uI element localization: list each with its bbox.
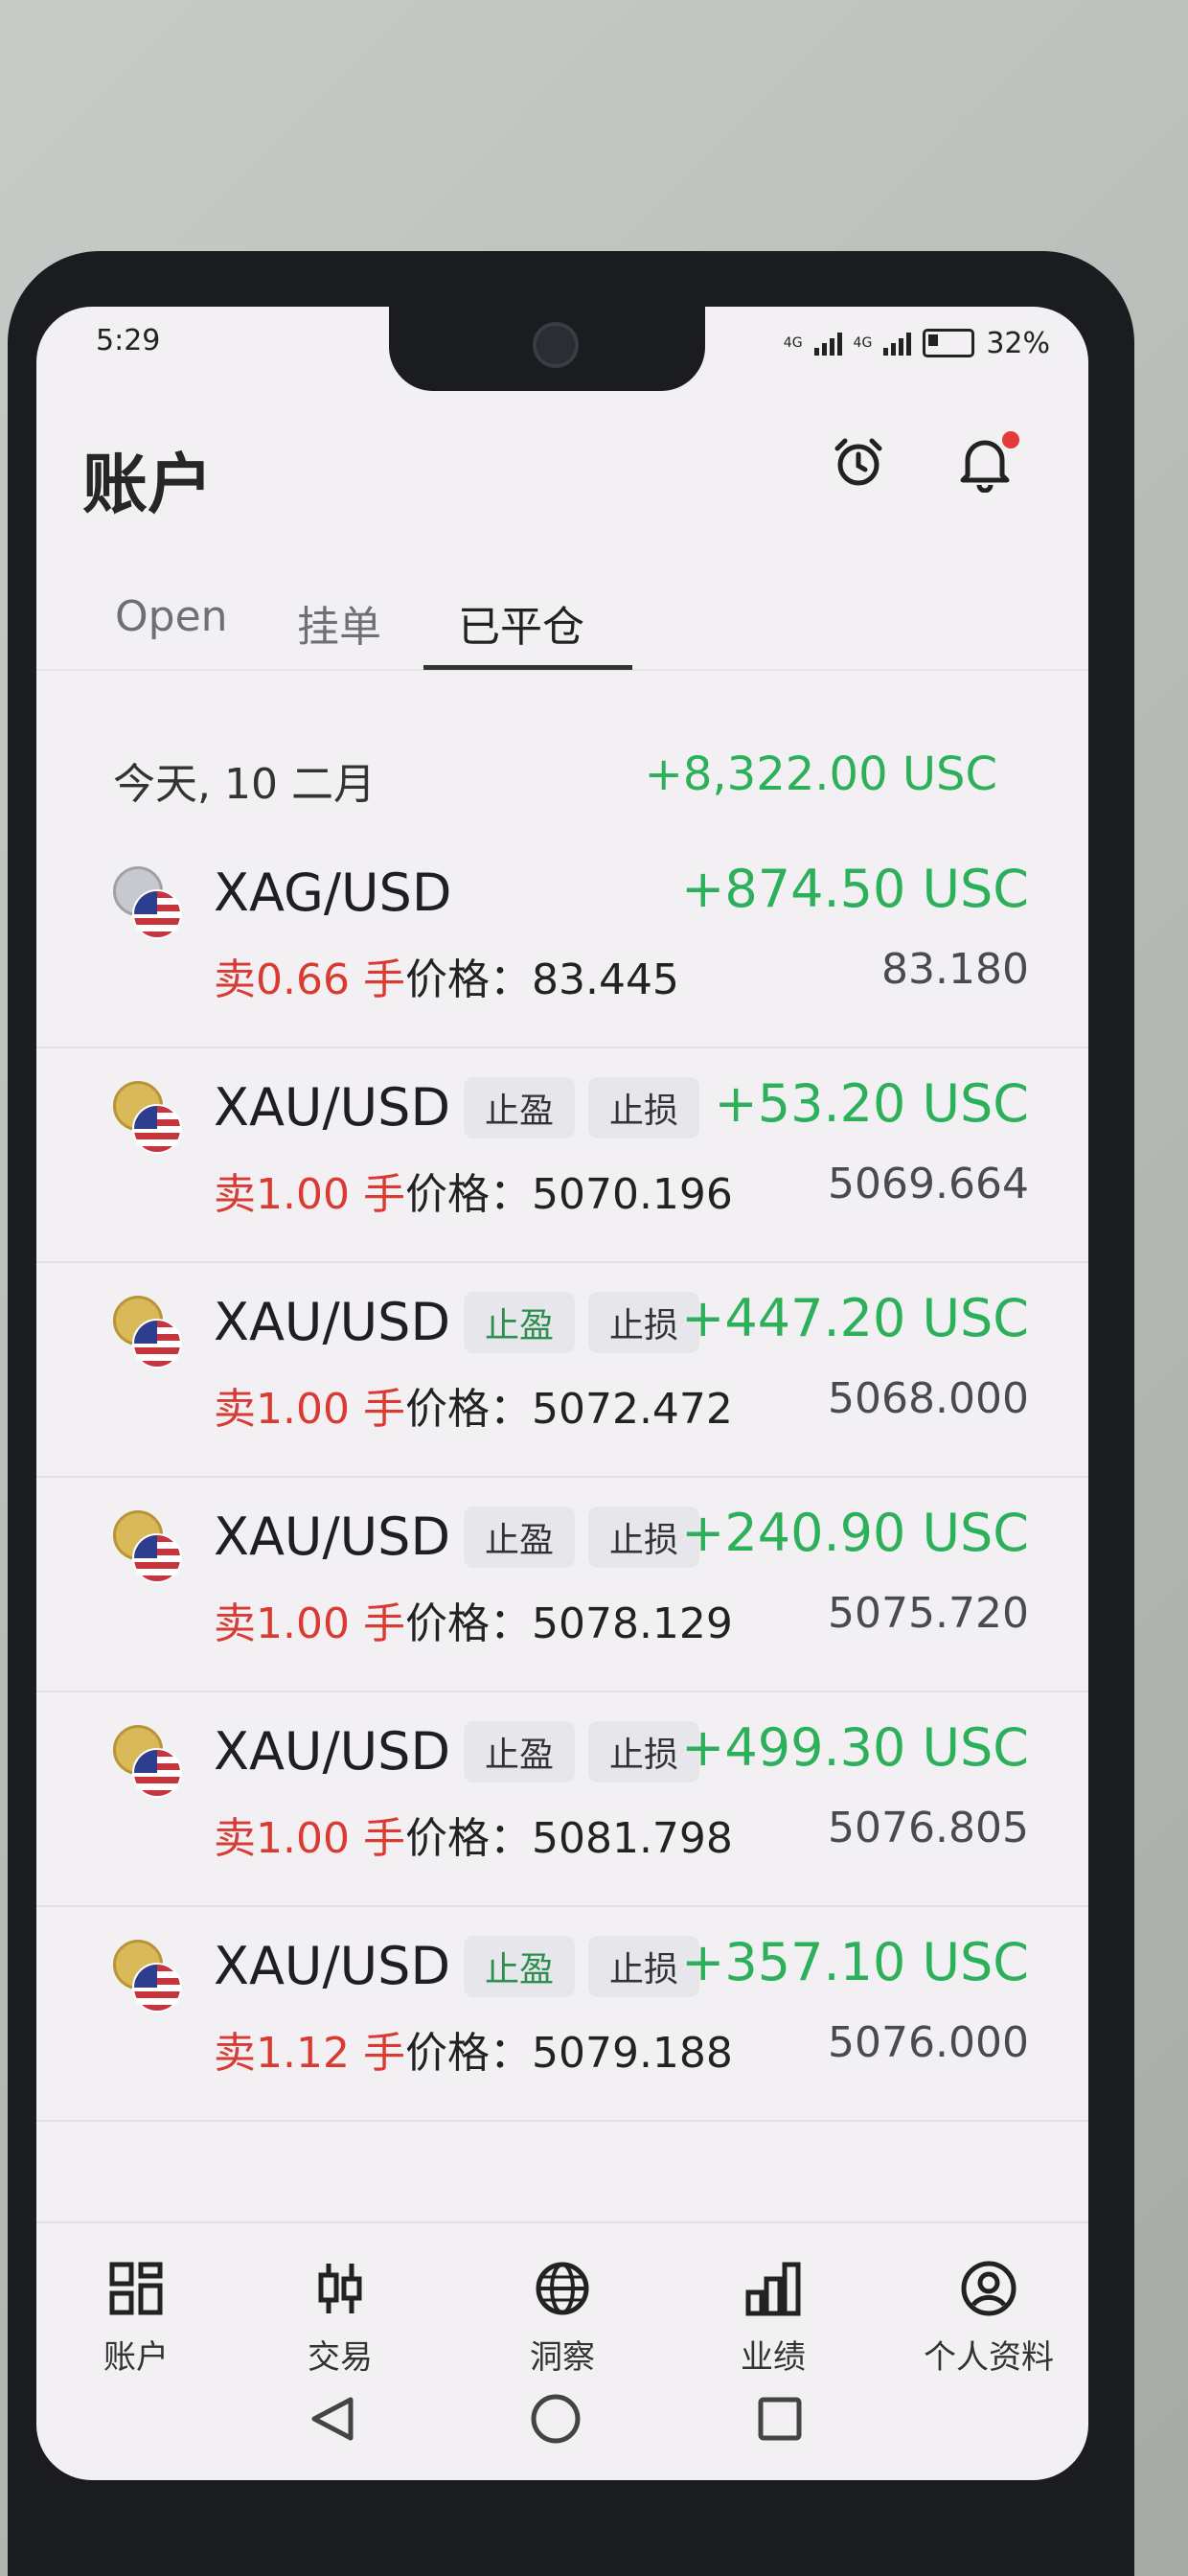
trade-details: 卖1.00 手价格：5072.472 (214, 1374, 733, 1436)
take-profit-tag: 止盈 (464, 1936, 575, 1997)
trade-symbol: XAU/USD (214, 1292, 451, 1352)
price-label: 价格： (404, 955, 532, 1004)
trade-side: 卖1.00 手 (214, 1599, 405, 1648)
trade-row[interactable]: XAU/USD 止盈 止损 +357.10 USC 卖1.12 手价格：5079… (36, 1905, 1088, 2122)
tab-active-indicator (423, 665, 632, 670)
close-price: 5069.664 (828, 1160, 1029, 1208)
trade-row[interactable]: XAU/USD 止盈 止损 +53.20 USC 卖1.00 手价格：5070.… (36, 1046, 1088, 1263)
trade-profit: +447.20 USC (681, 1288, 1029, 1348)
gold-usd-icon (113, 1940, 182, 2012)
close-price: 5076.805 (828, 1804, 1029, 1852)
open-price: 5078.129 (531, 1599, 733, 1648)
bell-icon[interactable] (947, 424, 1023, 500)
trade-side: 卖1.00 手 (214, 1814, 405, 1863)
price-label: 价格： (404, 1170, 532, 1219)
trade-symbol: XAU/USD (214, 1506, 451, 1567)
close-price: 83.180 (881, 945, 1029, 994)
back-icon[interactable] (311, 2397, 354, 2441)
take-profit-tag: 止盈 (464, 1077, 575, 1138)
day-total-profit: +8,322.00 USC (644, 748, 997, 801)
bar-chart-icon (687, 2252, 859, 2325)
open-price: 83.445 (531, 955, 679, 1004)
open-price: 5079.188 (531, 2029, 733, 2078)
trade-symbol: XAU/USD (214, 1721, 451, 1782)
nav-insights[interactable]: 洞察 (476, 2252, 649, 2378)
gold-usd-icon (113, 1296, 182, 1368)
trade-row[interactable]: XAU/USD 止盈 止损 +447.20 USC 卖1.00 手价格：5072… (36, 1261, 1088, 1478)
trade-details: 卖1.00 手价格：5070.196 (214, 1160, 733, 1221)
front-camera (533, 322, 579, 368)
trade-row[interactable]: XAG/USD +874.50 USC 卖0.66 手价格：83.445 83.… (36, 832, 1088, 1048)
trade-profit: +53.20 USC (714, 1073, 1029, 1134)
take-profit-tag: 止盈 (464, 1721, 575, 1782)
trade-symbol: XAG/USD (214, 862, 452, 923)
grid-icon (50, 2252, 222, 2325)
silver-usd-icon (113, 866, 182, 939)
tab-open[interactable]: Open (115, 592, 228, 641)
trade-details: 卖0.66 手价格：83.445 (214, 945, 679, 1006)
page-title: 账户 (82, 448, 214, 523)
signal-icon (813, 331, 842, 356)
system-nav-bar (36, 2365, 1088, 2471)
gold-usd-icon (113, 1510, 182, 1583)
trade-profit: +874.50 USC (681, 859, 1029, 919)
app-screen: 5:29 4G 4G 32% 账户 Open 挂单 已平仓 今天, 10 二月 … (36, 307, 1088, 2480)
price-label: 价格： (404, 1599, 532, 1648)
trade-side: 卖1.00 手 (214, 1385, 405, 1434)
alarm-clock-icon[interactable] (820, 424, 897, 500)
tab-closed[interactable]: 已平仓 (458, 592, 584, 654)
trade-symbol: XAU/USD (214, 1077, 451, 1138)
nav-profile[interactable]: 个人资料 (902, 2252, 1075, 2378)
network-label-1: 4G (783, 335, 803, 351)
status-icons: 4G 4G 32% (784, 324, 1050, 362)
tab-bar: Open 挂单 已平仓 (36, 573, 1088, 671)
globe-icon (476, 2252, 649, 2325)
battery-percent: 32% (986, 326, 1050, 360)
stop-loss-tag: 止损 (588, 1077, 699, 1138)
day-label: 今天, 10 二月 (113, 760, 376, 809)
trade-side: 卖0.66 手 (214, 955, 405, 1004)
nav-performance[interactable]: 业绩 (687, 2252, 859, 2378)
trade-row[interactable]: XAU/USD 止盈 止损 +240.90 USC 卖1.00 手价格：5078… (36, 1476, 1088, 1692)
open-price: 5072.472 (531, 1385, 733, 1434)
take-profit-tag: 止盈 (464, 1292, 575, 1353)
price-label: 价格： (404, 1814, 532, 1863)
trade-symbol: XAU/USD (214, 1936, 451, 1996)
trade-side: 卖1.00 手 (214, 1170, 405, 1219)
recents-icon[interactable] (758, 2397, 802, 2441)
nav-account[interactable]: 账户 (50, 2252, 222, 2378)
nav-trade[interactable]: 交易 (254, 2252, 426, 2378)
candlestick-icon (254, 2252, 426, 2325)
close-price: 5075.720 (828, 1589, 1029, 1638)
tab-pending[interactable]: 挂单 (297, 592, 381, 654)
home-icon[interactable] (531, 2394, 581, 2444)
notification-dot (1002, 431, 1019, 448)
trade-profit: +357.10 USC (681, 1932, 1029, 1992)
camera-notch (389, 307, 705, 391)
trade-details: 卖1.12 手价格：5079.188 (214, 2018, 733, 2080)
trade-profit: +499.30 USC (681, 1717, 1029, 1778)
open-price: 5081.798 (531, 1814, 733, 1863)
trade-side: 卖1.12 手 (214, 2029, 405, 2078)
day-summary: 今天, 10 二月 +8,322.00 USC (36, 740, 1088, 816)
close-price: 5076.000 (828, 2018, 1029, 2067)
trade-profit: +240.90 USC (681, 1503, 1029, 1563)
trade-details: 卖1.00 手价格：5078.129 (214, 1589, 733, 1650)
price-label: 价格： (404, 1385, 532, 1434)
profile-icon (902, 2252, 1075, 2325)
price-label: 价格： (404, 2029, 532, 2078)
gold-usd-icon (113, 1725, 182, 1798)
trade-row[interactable]: XAU/USD 止盈 止损 +499.30 USC 卖1.00 手价格：5081… (36, 1690, 1088, 1907)
signal-icon (883, 331, 912, 356)
gold-usd-icon (113, 1081, 182, 1154)
close-price: 5068.000 (828, 1374, 1029, 1423)
status-time: 5:29 (96, 324, 161, 357)
take-profit-tag: 止盈 (464, 1506, 575, 1568)
open-price: 5070.196 (531, 1170, 733, 1219)
trade-details: 卖1.00 手价格：5081.798 (214, 1804, 733, 1865)
battery-icon (923, 329, 975, 357)
network-label-2: 4G (853, 335, 873, 351)
